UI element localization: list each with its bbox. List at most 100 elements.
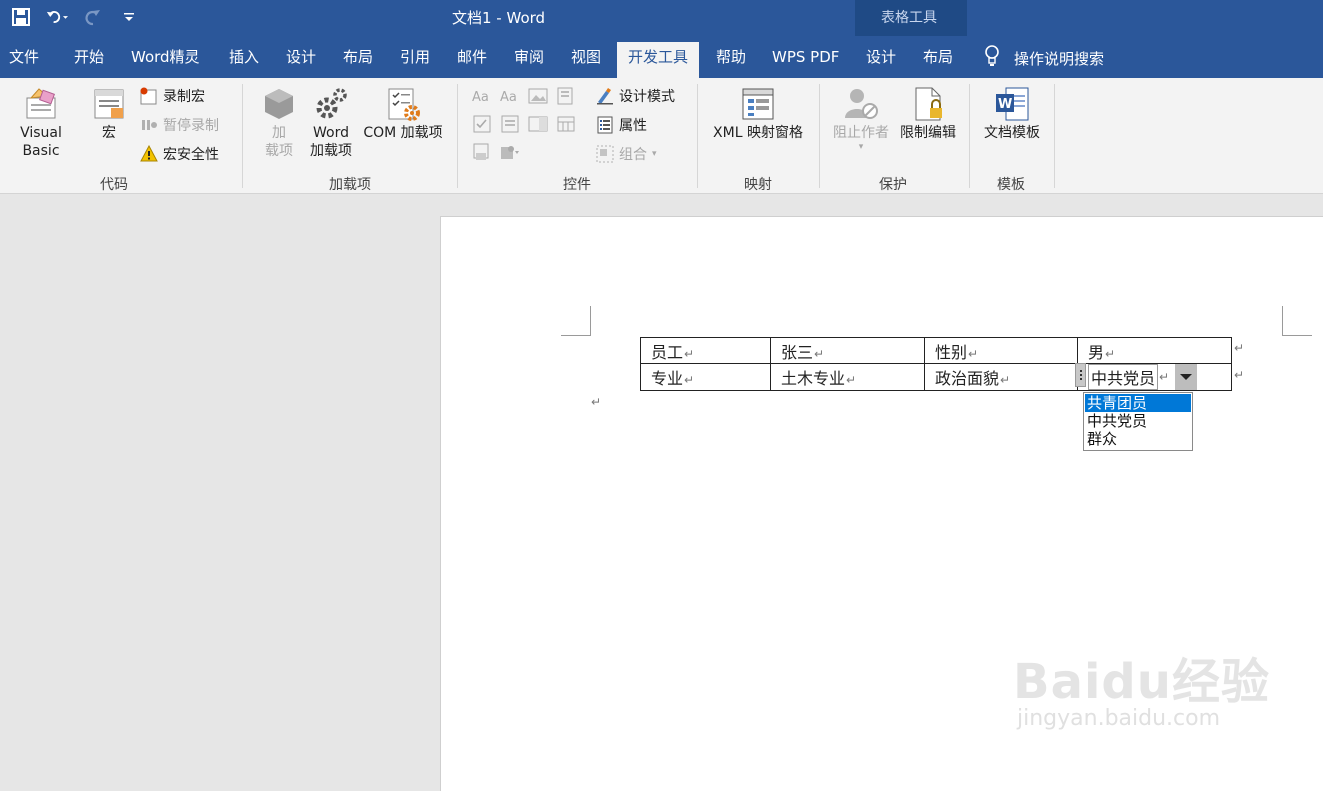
word-addins-button[interactable]: Word 加载项: [306, 86, 356, 160]
com-addins-icon: [388, 88, 420, 121]
pause-icon: [142, 120, 157, 130]
picture-control-icon[interactable]: [528, 87, 548, 105]
combo-box-control-icon[interactable]: [500, 115, 520, 133]
svg-text:Aa: Aa: [472, 90, 489, 105]
tab-developer[interactable]: 开发工具: [617, 42, 700, 78]
tab-mailings[interactable]: 邮件: [457, 42, 487, 78]
dropdown-option[interactable]: 共青团员: [1085, 394, 1191, 412]
xml-mapping-pane-button[interactable]: XML 映射窗格: [706, 86, 810, 142]
content-control-handle[interactable]: [1075, 363, 1086, 387]
row-end-mark: ↵: [1234, 368, 1245, 382]
tab-file[interactable]: 文件: [9, 42, 39, 78]
plain-text-control-icon[interactable]: Aa: [500, 87, 520, 105]
lock-document-icon: [915, 87, 942, 121]
title-bar: 文档1 - Word: [0, 0, 1323, 36]
svg-text:W: W: [998, 97, 1012, 112]
group-separator: [1054, 84, 1055, 188]
design-mode-button[interactable]: 设计模式: [596, 86, 675, 106]
record-macro-icon: [140, 87, 157, 105]
tab-design[interactable]: 设计: [286, 42, 316, 78]
group-separator: [819, 84, 820, 188]
dropdown-list: 共青团员 中共党员 群众: [1083, 392, 1193, 451]
rich-text-control-icon[interactable]: Aa: [472, 87, 492, 105]
group-label-controls: 控件: [563, 177, 591, 193]
table-cell[interactable]: 员工↵: [640, 337, 771, 364]
search-label: 操作说明搜索: [1014, 49, 1105, 68]
save-icon[interactable]: [10, 6, 32, 28]
window-title: 文档1 - Word: [452, 9, 546, 27]
table-cell[interactable]: 土木专业↵: [770, 363, 925, 391]
checkbox-control-icon[interactable]: [472, 115, 492, 133]
table-tools-label: 表格工具: [881, 10, 937, 26]
block-authors-button[interactable]: 阻止作者 ▾: [830, 86, 892, 152]
group-label-code: 代码: [100, 177, 128, 193]
properties-button[interactable]: 属性: [596, 115, 647, 135]
group-separator: [969, 84, 970, 188]
group-separator: [697, 84, 698, 188]
row-end-mark: ↵: [1234, 341, 1245, 355]
visual-basic-icon: [26, 88, 56, 119]
table-cell[interactable]: 专业↵: [640, 363, 771, 391]
legacy-tools-icon[interactable]: [500, 143, 520, 161]
group-label-addins: 加载项: [329, 177, 371, 193]
tab-table-layout[interactable]: 布局: [923, 42, 953, 78]
tab-word-jingling[interactable]: Word精灵: [131, 42, 200, 78]
margin-corner-marker: [561, 306, 591, 336]
record-macro-button[interactable]: 录制宏: [140, 86, 205, 106]
svg-text:Aa: Aa: [500, 90, 517, 105]
customize-qat-icon[interactable]: [118, 6, 140, 28]
ribbon: Visual Basic 宏 录制宏 暂停录制 宏安全性 代码 加 载项 Wor…: [0, 78, 1323, 194]
group-label-protect: 保护: [879, 177, 907, 193]
gear-icon: [316, 88, 347, 119]
dropdown-content-control[interactable]: 中共党员 ↵: [1075, 363, 1198, 390]
undo-icon[interactable]: [46, 6, 68, 28]
date-picker-control-icon[interactable]: [556, 115, 576, 133]
tab-layout[interactable]: 布局: [343, 42, 373, 78]
dropdown-option[interactable]: 群众: [1085, 430, 1191, 448]
group-separator: [242, 84, 243, 188]
restrict-editing-button[interactable]: 限制编辑: [896, 86, 960, 142]
group-label-mapping: 映射: [744, 177, 772, 193]
tab-review[interactable]: 审阅: [514, 42, 544, 78]
table-cell[interactable]: 男↵: [1077, 337, 1232, 364]
lightbulb-icon: [984, 45, 1000, 71]
tab-wps-pdf[interactable]: WPS PDF: [772, 42, 839, 78]
table-cell[interactable]: 性别↵: [924, 337, 1078, 364]
warning-icon: [140, 145, 158, 162]
tab-help[interactable]: 帮助: [716, 42, 746, 78]
table-cell[interactable]: 政治面貌↵: [924, 363, 1078, 391]
document-table: 员工↵ 张三↵ 性别↵ 男↵ 专业↵ 土木专业↵ 政治面貌↵ 中共党员 ↵: [640, 337, 1232, 391]
tell-me-search[interactable]: 操作说明搜索: [984, 45, 1104, 71]
xml-mapping-icon: [742, 88, 774, 120]
tab-table-design[interactable]: 设计: [866, 42, 896, 78]
com-addins-button[interactable]: COM 加载项: [358, 86, 448, 142]
word-template-icon: W: [996, 87, 1029, 121]
macros-icon: [94, 89, 124, 119]
tab-references[interactable]: 引用: [400, 42, 430, 78]
watermark-main: Baidu经验: [1013, 654, 1270, 710]
dropdown-list-control-icon[interactable]: [528, 115, 548, 133]
redo-icon[interactable]: [82, 6, 104, 28]
document-template-button[interactable]: W 文档模板: [978, 86, 1046, 142]
table-cell[interactable]: 中共党员 ↵: [1075, 363, 1232, 391]
addins-button[interactable]: 加 载项: [258, 86, 300, 160]
table-row: 专业↵ 土木专业↵ 政治面貌↵ 中共党员 ↵: [640, 363, 1232, 391]
repeating-section-control-icon[interactable]: [472, 143, 492, 161]
group-button[interactable]: 组合 ▾: [596, 144, 657, 164]
tab-insert[interactable]: 插入: [229, 42, 259, 78]
macro-security-button[interactable]: 宏安全性: [140, 144, 219, 164]
group-separator: [457, 84, 458, 188]
visual-basic-button[interactable]: Visual Basic: [0, 86, 82, 160]
building-block-control-icon[interactable]: [556, 87, 576, 105]
table-cell[interactable]: 张三↵: [770, 337, 925, 364]
dropdown-arrow-icon[interactable]: [1175, 364, 1198, 390]
addins-cube-icon: [265, 89, 293, 119]
table-row: 员工↵ 张三↵ 性别↵ 男↵: [640, 337, 1232, 364]
tab-view[interactable]: 视图: [571, 42, 601, 78]
dropdown-option[interactable]: 中共党员: [1085, 412, 1191, 430]
dropdown-value[interactable]: 中共党员: [1088, 364, 1159, 390]
macros-button[interactable]: 宏: [88, 86, 130, 142]
tab-home[interactable]: 开始: [74, 42, 104, 78]
pause-recording-button[interactable]: 暂停录制: [140, 115, 219, 135]
group-icon: [596, 145, 614, 163]
